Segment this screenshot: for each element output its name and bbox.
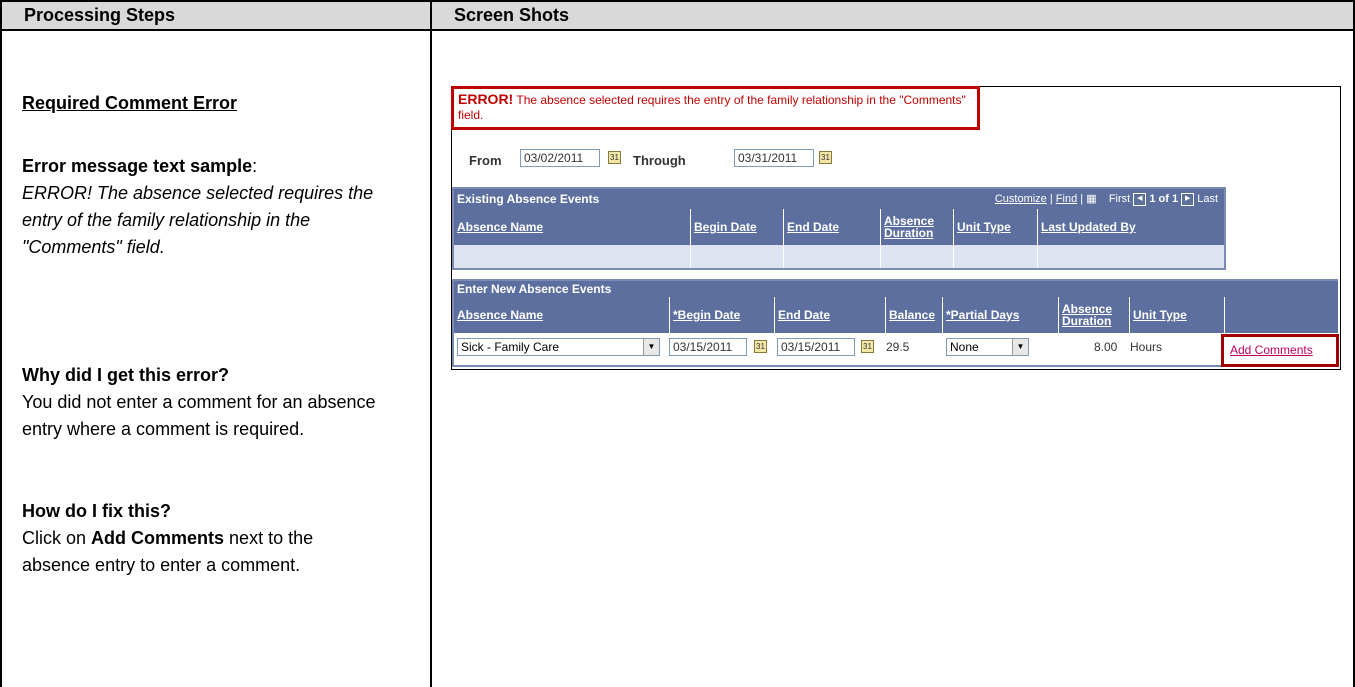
why-text: You did not enter a comment for an absen… xyxy=(22,392,376,439)
end-date-input[interactable]: 03/15/2011 xyxy=(777,338,855,356)
col-end-date[interactable]: End Date xyxy=(783,209,880,245)
col-absence-duration[interactable]: Absence Duration xyxy=(880,209,953,245)
grid-icon[interactable]: ▦ xyxy=(1086,193,1096,205)
sample-label: Error message text sample xyxy=(22,156,253,176)
col-absence-name[interactable]: Absence Name xyxy=(454,209,690,245)
column-divider xyxy=(430,29,432,687)
from-date-input[interactable]: 03/02/2011 xyxy=(520,149,600,167)
chevron-down-icon[interactable]: ▼ xyxy=(643,339,659,355)
through-label: Through xyxy=(633,153,686,168)
through-date-input[interactable]: 03/31/2011 xyxy=(734,149,814,167)
partial-days-select[interactable]: None ▼ xyxy=(946,338,1029,356)
col-begin-date[interactable]: *Begin Date xyxy=(669,297,774,333)
existing-grid-header: Absence Name Begin Date End Date Absence… xyxy=(454,209,1224,245)
calendar-icon[interactable]: 31 xyxy=(819,151,832,164)
from-label: From xyxy=(469,153,502,168)
col-unit-type[interactable]: Unit Type xyxy=(953,209,1037,245)
chevron-down-icon[interactable]: ▼ xyxy=(1012,339,1028,355)
add-comments-link[interactable]: Add Comments xyxy=(1221,334,1339,367)
next-icon[interactable]: ▶ xyxy=(1181,192,1195,206)
balance-value: 29.5 xyxy=(886,340,910,354)
col-comments xyxy=(1224,297,1340,333)
fix-text: Click on Add Comments next to the absenc… xyxy=(22,528,314,575)
duration-value: 8.00 xyxy=(1094,340,1118,354)
enter-absence-grid: Enter New Absence Events Absence Name *B… xyxy=(452,279,1338,367)
row-range: 1 of 1 xyxy=(1149,193,1179,205)
why-heading: Why did I get this error? xyxy=(22,365,230,385)
sample-text: ERROR! The absence selected requires the… xyxy=(22,183,374,257)
error-sample: Error message text sample: ERROR! The abs… xyxy=(22,153,402,261)
calendar-icon[interactable]: 31 xyxy=(754,340,767,353)
enter-grid-header: Absence Name *Begin Date End Date Balanc… xyxy=(454,297,1338,333)
last-link[interactable]: Last xyxy=(1197,193,1218,205)
col-absence-duration[interactable]: Absence Duration xyxy=(1058,297,1129,333)
empty-row xyxy=(454,245,1224,268)
prev-icon[interactable]: ◀ xyxy=(1133,192,1147,206)
first-link[interactable]: First xyxy=(1109,193,1130,205)
col-end-date[interactable]: End Date xyxy=(774,297,885,333)
find-link[interactable]: Find xyxy=(1056,193,1077,205)
calendar-icon[interactable]: 31 xyxy=(608,151,621,164)
col-balance[interactable]: Balance xyxy=(885,297,942,333)
unit-type-value: Hours xyxy=(1130,340,1163,354)
calendar-icon[interactable]: 31 xyxy=(861,340,874,353)
absence-screenshot: ERROR! The absence selected requires the… xyxy=(451,86,1341,370)
col-last-updated-by[interactable]: Last Updated By xyxy=(1037,209,1224,245)
col-begin-date[interactable]: Begin Date xyxy=(690,209,783,245)
document-page: Processing Steps Screen Shots Required C… xyxy=(0,0,1355,687)
left-border xyxy=(0,29,2,687)
customize-link[interactable]: Customize xyxy=(995,193,1047,205)
section-title: Required Comment Error xyxy=(22,93,238,113)
col-unit-type[interactable]: Unit Type xyxy=(1129,297,1224,333)
error-message-box: ERROR! The absence selected requires the… xyxy=(451,86,980,130)
fix-heading: How do I fix this? xyxy=(22,501,171,521)
col-partial-days[interactable]: *Partial Days xyxy=(942,297,1058,333)
col-absence-name[interactable]: Absence Name xyxy=(454,297,669,333)
grid-toolbar: Customize | Find | ▦ First ◀ 1 of 1 ▶ La… xyxy=(994,192,1218,206)
header-screen-shots: Screen Shots xyxy=(430,0,1355,31)
header-processing-steps: Processing Steps xyxy=(0,0,432,31)
absence-name-select[interactable]: Sick - Family Care ▼ xyxy=(457,338,660,356)
begin-date-input[interactable]: 03/15/2011 xyxy=(669,338,747,356)
existing-absence-grid: Existing Absence Events Customize | Find… xyxy=(452,187,1226,270)
enter-grid-title: Enter New Absence Events xyxy=(454,281,1338,297)
